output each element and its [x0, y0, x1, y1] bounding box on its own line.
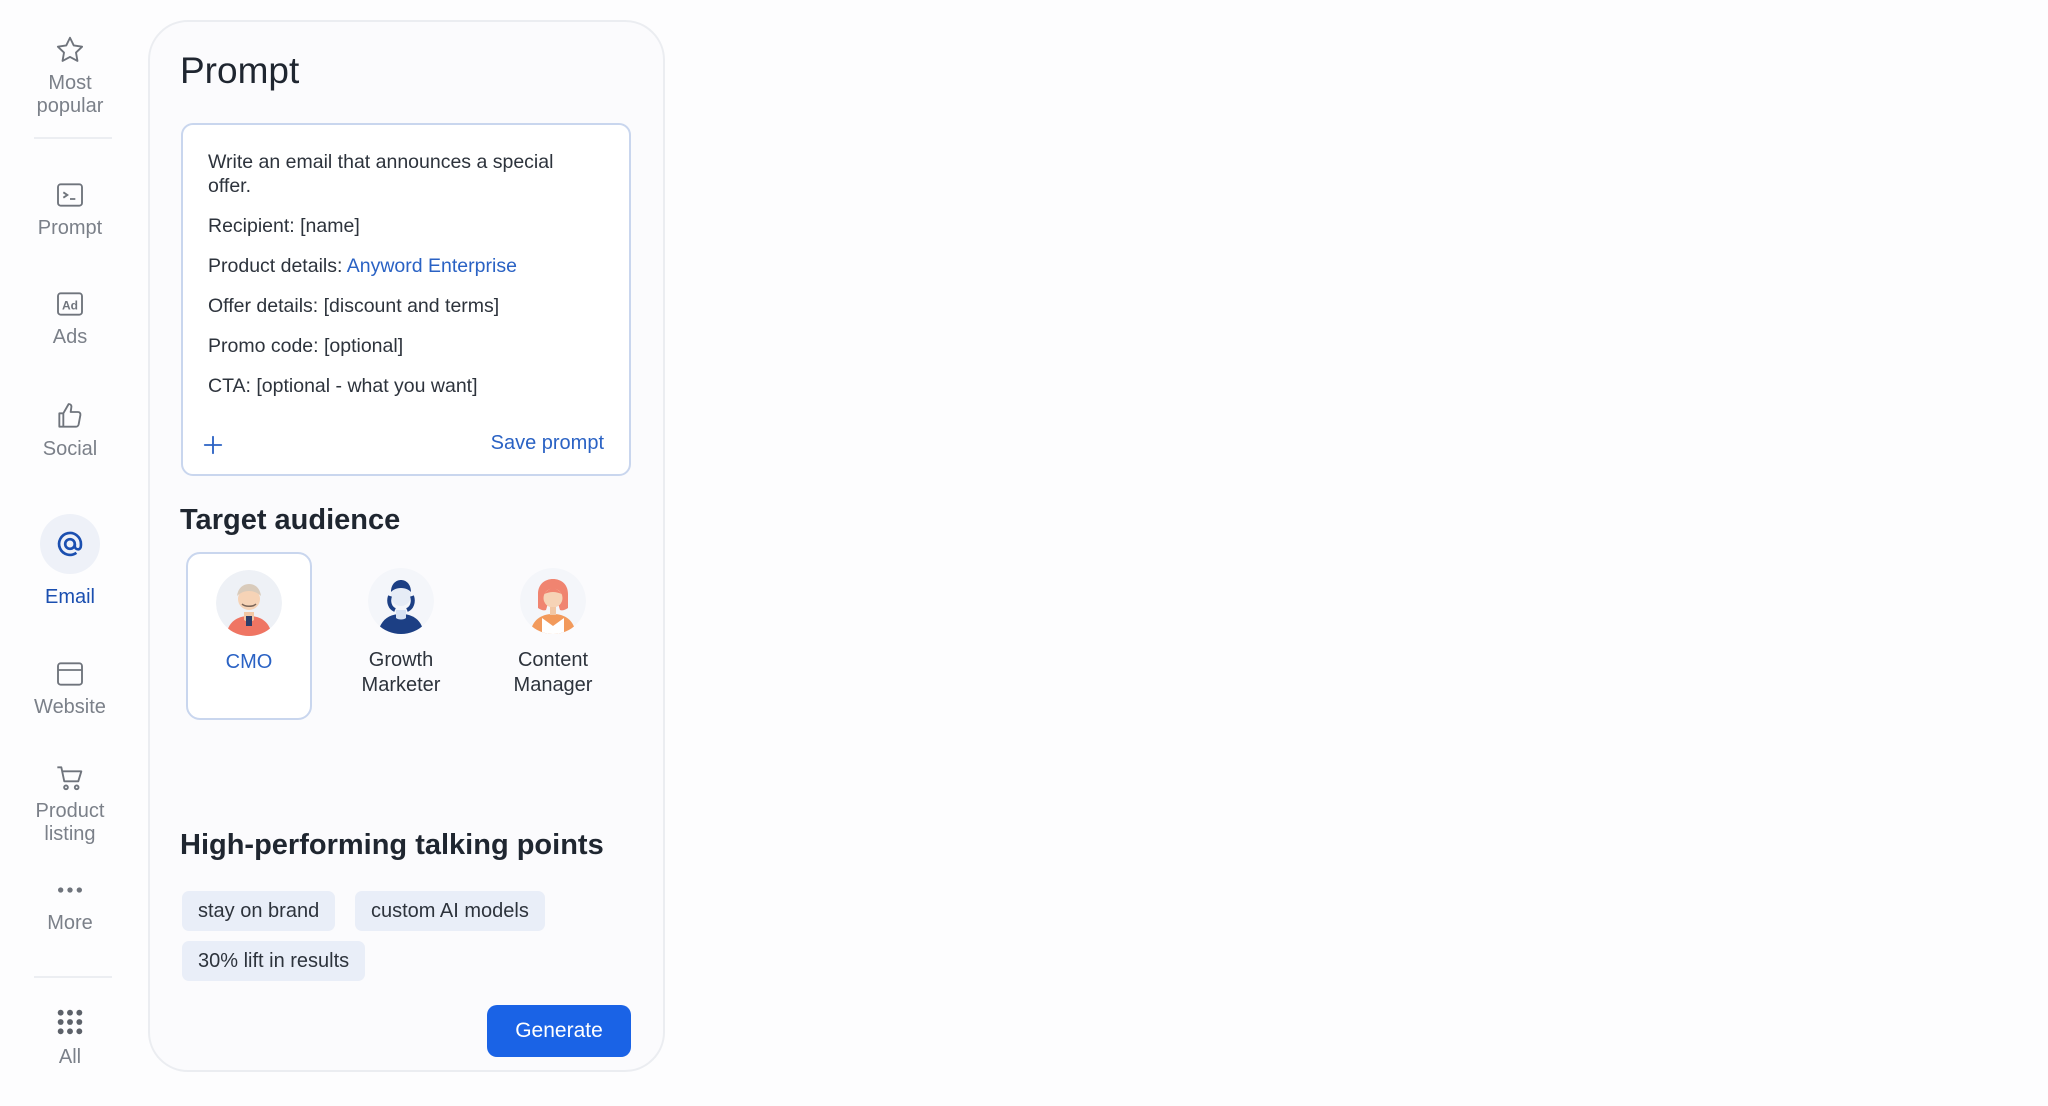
product-label: Product details:	[208, 255, 347, 277]
sidebar-item-label: All	[58, 1046, 82, 1068]
sidebar-item-social[interactable]: Social	[0, 396, 140, 461]
sidebar-item-email[interactable]: Email	[0, 514, 140, 609]
content-manager-avatar	[520, 568, 586, 634]
product-link[interactable]: Anyword Enterprise	[347, 255, 517, 277]
prompt-editor[interactable]: Write an email that announces a special …	[181, 123, 631, 476]
sidebar-item-label: Prompt	[37, 217, 103, 239]
sidebar-item-all[interactable]: All	[0, 1000, 140, 1069]
sidebar-item-product-listing[interactable]: Product listing	[0, 758, 140, 846]
more-dots-icon	[40, 870, 100, 910]
sidebar-item-label: Most popular	[36, 72, 104, 117]
sidebar-item-more[interactable]: More	[0, 870, 140, 935]
talking-point-chip[interactable]: custom AI models	[355, 891, 545, 931]
sidebar-item-label: Website	[34, 696, 106, 718]
sidebar-divider	[34, 137, 112, 139]
sidebar-item-website[interactable]: Website	[0, 654, 140, 719]
browser-window-icon	[40, 654, 100, 694]
at-sign-icon	[40, 514, 100, 574]
cmo-avatar	[216, 570, 282, 636]
talking-point-chip[interactable]: stay on brand	[182, 891, 336, 931]
persona-cmo[interactable]: CMO	[186, 552, 312, 720]
prompt-text-intro: Write an email that announces a special …	[208, 151, 554, 197]
prompt-text-offer: Offer details: [discount and terms]	[208, 295, 500, 317]
sidebar: Most popular Prompt Ad Ads Social Email …	[0, 0, 140, 1106]
sidebar-item-ads[interactable]: Ad Ads	[0, 284, 140, 349]
sidebar-item-label: Email	[44, 586, 95, 608]
cart-icon	[40, 758, 100, 798]
sidebar-item-label: More	[47, 912, 93, 934]
sidebar-item-most-popular[interactable]: Most popular	[0, 30, 140, 118]
generate-button[interactable]: Generate	[487, 1005, 631, 1057]
sidebar-item-label: Ads	[52, 326, 88, 348]
sidebar-divider	[34, 976, 112, 978]
grid-icon	[40, 1000, 100, 1044]
terminal-icon	[40, 175, 100, 215]
plus-icon	[203, 435, 223, 455]
persona-growth-marketer[interactable]: Growth Marketer	[338, 552, 464, 720]
page-title: Prompt	[180, 50, 300, 91]
persona-name: Growth Marketer	[361, 649, 441, 696]
talking-points-title: High-performing talking points	[180, 829, 604, 861]
sidebar-item-label: Product listing	[35, 800, 105, 845]
prompt-text-product: Product details: Anyword Enterprise	[208, 254, 608, 278]
thumbs-up-icon	[40, 396, 100, 436]
talking-point-chip[interactable]: 30% lift in results	[182, 941, 366, 981]
persona-content-manager[interactable]: Content Manager	[490, 552, 616, 720]
target-audience-title: Target audience	[180, 504, 401, 536]
persona-name: CMO	[225, 651, 273, 673]
save-prompt-button[interactable]: Save prompt	[491, 430, 604, 456]
prompt-text-promo: Promo code: [optional]	[208, 335, 404, 357]
star-icon	[40, 30, 100, 70]
prompt-text-cta: CTA: [optional - what you want]	[208, 375, 478, 397]
add-variable-button[interactable]	[198, 430, 228, 460]
svg-text:Ad: Ad	[62, 298, 78, 312]
sidebar-item-prompt[interactable]: Prompt	[0, 175, 140, 240]
ad-icon: Ad	[40, 284, 100, 324]
sidebar-item-label: Social	[42, 438, 98, 460]
growth-marketer-avatar	[368, 568, 434, 634]
persona-name: Content Manager	[513, 649, 593, 696]
prompt-text-recipient: Recipient: [name]	[208, 215, 360, 237]
